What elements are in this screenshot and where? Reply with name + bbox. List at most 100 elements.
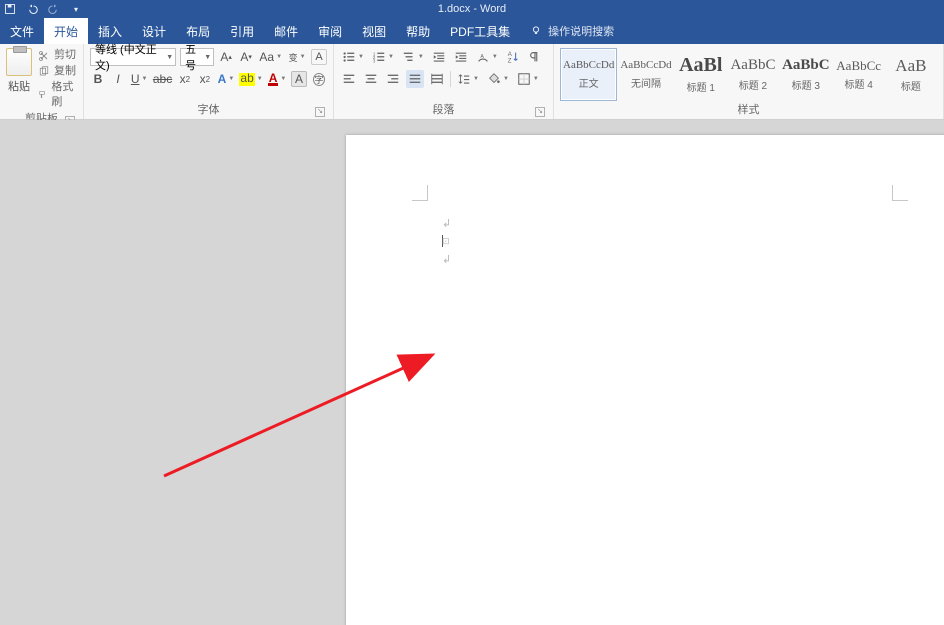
font-color-button[interactable]: A▼ [267, 70, 287, 88]
style-preview: AaBbCcDd [620, 60, 671, 71]
tab-review[interactable]: 审阅 [308, 18, 352, 44]
font-name-combo[interactable]: 等线 (中文正文)▼ [90, 48, 176, 66]
tell-me-label: 操作说明搜索 [548, 23, 614, 39]
change-case-button[interactable]: Aa▼ [258, 48, 283, 66]
font-size-combo[interactable]: 五号▼ [180, 48, 214, 66]
font-size-value: 五号 [185, 41, 200, 73]
tab-view[interactable]: 视图 [352, 18, 396, 44]
enclose-characters-button[interactable]: 字 [311, 70, 327, 88]
align-right-button[interactable] [384, 70, 402, 88]
group-clipboard: 粘贴 剪切 复制 格式刷 剪贴板 ↘ [0, 44, 84, 119]
group-font: 等线 (中文正文)▼ 五号▼ A▴ A▾ Aa▼ 变▼ A B I U▼ abc… [84, 44, 334, 119]
character-shading-button[interactable]: A [291, 71, 307, 87]
group-label-styles: 样式 [560, 101, 937, 119]
style-item[interactable]: AaBbCc 标题 4 [833, 48, 885, 101]
group-label-font: 字体 ↘ [90, 101, 327, 119]
redo-icon[interactable] [48, 3, 60, 15]
clear-format-button[interactable]: A [311, 49, 327, 65]
qat-customize-icon[interactable]: ▾ [70, 3, 82, 15]
numbering-button[interactable]: 123▼ [370, 48, 396, 66]
style-preview: AaBbC [730, 58, 775, 73]
align-justify-button[interactable] [406, 70, 424, 88]
paste-button[interactable]: 粘贴 [6, 48, 32, 110]
strikethrough-button[interactable]: abc [152, 70, 173, 88]
document-area[interactable]: ↲ ⊡ ↲ [0, 120, 944, 625]
multilevel-list-button[interactable]: ▼ [400, 48, 426, 66]
cut-button[interactable]: 剪切 [38, 48, 77, 63]
margin-corner-icon [412, 185, 428, 201]
group-paragraph: ▼ 123▼ ▼ A▼ AZ ▼ ▼ ▼ 段落 [334, 44, 554, 119]
subscript-button[interactable]: x2 [177, 70, 193, 88]
style-preview: AaBbCc [836, 59, 881, 72]
line-spacing-button[interactable]: ▼ [455, 70, 481, 88]
tab-home[interactable]: 开始 [44, 18, 88, 44]
separator [450, 71, 451, 87]
style-item[interactable]: AaBbC标题 3 [779, 48, 833, 101]
ribbon: 粘贴 剪切 复制 格式刷 剪贴板 ↘ [0, 44, 944, 120]
highlight-color-button[interactable]: ab▼ [239, 70, 263, 88]
superscript-button[interactable]: x2 [197, 70, 213, 88]
underline-button[interactable]: U▼ [130, 70, 148, 88]
bullets-button[interactable]: ▼ [340, 48, 366, 66]
group-label-paragraph: 段落 ↘ [340, 101, 547, 119]
style-item[interactable]: AaBbCcDd无间隔 [617, 48, 674, 101]
font-name-value: 等线 (中文正文) [95, 41, 162, 73]
style-preview: AaBbC [782, 58, 830, 73]
style-name: 正文 [579, 75, 599, 90]
group-styles: AaBbCcDd正文AaBbCcDd无间隔AaBl标题 1AaBbC标题 2Aa… [554, 44, 944, 119]
svg-text:Z: Z [508, 57, 512, 64]
tell-me-search[interactable]: 操作说明搜索 [520, 18, 624, 44]
italic-button[interactable]: I [110, 70, 126, 88]
style-item[interactable]: AaBbC 标题 2 [727, 48, 779, 101]
document-page[interactable]: ↲ ⊡ ↲ [346, 135, 944, 625]
asian-layout-button[interactable]: A▼ [474, 48, 500, 66]
style-name: 标题 2 [739, 77, 767, 92]
undo-icon[interactable] [26, 3, 38, 15]
scissors-icon [38, 50, 50, 62]
chevron-down-icon: ▼ [166, 54, 173, 61]
font-launcher-icon[interactable]: ↘ [315, 107, 325, 117]
lightbulb-icon [530, 25, 542, 37]
align-left-button[interactable] [340, 70, 358, 88]
svg-text:A: A [480, 54, 484, 60]
tab-file[interactable]: 文件 [0, 18, 44, 44]
increase-indent-button[interactable] [452, 48, 470, 66]
phonetic-guide-button[interactable]: 变▼ [287, 48, 307, 66]
align-center-button[interactable] [362, 70, 380, 88]
text-effects-button[interactable]: A▼ [217, 70, 235, 88]
title-bar: ▾ 1.docx - Word [0, 0, 944, 18]
decrease-indent-button[interactable] [430, 48, 448, 66]
shrink-font-button[interactable]: A▾ [238, 48, 254, 66]
copy-label: 复制 [54, 64, 76, 79]
save-icon[interactable] [4, 3, 16, 15]
style-item[interactable]: AaBbCcDd正文 [560, 48, 617, 101]
cut-label: 剪切 [54, 48, 76, 63]
tab-pdf[interactable]: PDF工具集 [440, 18, 520, 44]
chevron-down-icon: ▼ [204, 54, 211, 61]
tab-references[interactable]: 引用 [220, 18, 264, 44]
show-marks-button[interactable] [526, 48, 544, 66]
bold-button[interactable]: B [90, 70, 106, 88]
grow-font-button[interactable]: A▴ [218, 48, 234, 66]
style-preview: AaBl [679, 55, 722, 75]
borders-button[interactable]: ▼ [515, 70, 541, 88]
style-name: 标题 1 [687, 79, 715, 94]
style-preview: AaB [895, 57, 926, 74]
format-painter-button[interactable]: 格式刷 [38, 80, 77, 110]
paragraph-mark-icon: ↲ [442, 217, 451, 230]
shading-button[interactable]: ▼ [485, 70, 511, 88]
sort-button[interactable]: AZ [504, 48, 522, 66]
style-item[interactable]: AaBl 标题 1 [675, 48, 727, 101]
copy-button[interactable]: 复制 [38, 64, 77, 79]
paste-label: 粘贴 [8, 78, 30, 94]
paragraph-launcher-icon[interactable]: ↘ [535, 107, 545, 117]
svg-text:3: 3 [373, 58, 376, 63]
style-name: 标题 4 [845, 76, 873, 91]
style-item[interactable]: AaB标题 [885, 48, 937, 101]
window-title: 1.docx - Word [438, 3, 506, 15]
quick-access-toolbar: ▾ [4, 3, 82, 15]
tab-help[interactable]: 帮助 [396, 18, 440, 44]
styles-gallery[interactable]: AaBbCcDd正文AaBbCcDd无间隔AaBl标题 1AaBbC标题 2Aa… [560, 48, 937, 101]
tab-mailings[interactable]: 邮件 [264, 18, 308, 44]
distributed-button[interactable] [428, 70, 446, 88]
